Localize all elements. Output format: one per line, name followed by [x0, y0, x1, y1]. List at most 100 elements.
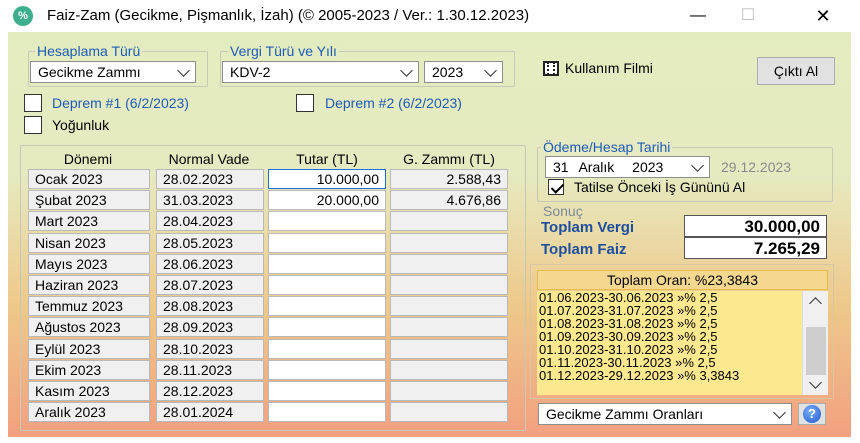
window-title: Faiz-Zam (Gecikme, Pişmanlık, İzah) (© 2… — [47, 7, 530, 24]
close-button[interactable]: ✕ — [800, 0, 846, 32]
calc-type-legend: Hesaplama Türü — [35, 43, 143, 59]
penalty-cell — [390, 232, 508, 253]
total-tax-label: Toplam Vergi — [541, 219, 635, 236]
film-icon — [543, 61, 559, 76]
due-date-cell: 28.06.2023 — [156, 253, 264, 274]
due-date-cell: 28.07.2023 — [156, 275, 264, 295]
penalty-cell — [390, 338, 508, 359]
penalty-cell — [390, 402, 508, 423]
rate-line: 01.12.2023-29.12.2023 »% 3,3843 — [539, 368, 740, 383]
scroll-up-icon[interactable] — [809, 297, 822, 310]
chevron-down-icon — [773, 406, 786, 419]
computed-date: 29.12.2023 — [721, 159, 792, 175]
penalty-cell — [390, 296, 508, 317]
amount-input[interactable]: 20.000,00 — [268, 190, 386, 211]
calc-type-value: Gecikme Zammı — [38, 64, 141, 80]
period-cell: Ocak 2023 — [28, 169, 150, 189]
chevron-down-icon — [400, 64, 413, 77]
payment-day: 31 — [553, 159, 569, 175]
payment-year: 2023 — [632, 159, 664, 175]
amount-input[interactable] — [268, 211, 386, 232]
amount-input[interactable] — [268, 402, 386, 423]
scroll-down-icon[interactable] — [809, 376, 822, 389]
penalty-cell: 2.588,43 — [390, 169, 508, 189]
col-header-due: Normal Vade — [168, 151, 250, 167]
print-button[interactable]: Çıktı Al — [757, 57, 835, 85]
col-header-amount: Tutar (TL) — [296, 151, 358, 167]
period-cell: Haziran 2023 — [28, 275, 150, 295]
penalty-cell — [390, 253, 508, 274]
amount-input[interactable] — [268, 275, 386, 295]
period-cell: Nisan 2023 — [28, 232, 150, 253]
tax-legend: Vergi Türü ve Yılı — [228, 43, 339, 59]
result-legend: Sonuç — [543, 203, 583, 219]
penalty-cell — [390, 275, 508, 295]
period-cell: Mart 2023 — [28, 211, 150, 232]
total-interest-label: Toplam Faiz — [541, 241, 627, 258]
col-header-penalty: G. Zammı (TL) — [403, 151, 495, 167]
client-area: Hesaplama Türü Gecikme Zammı Vergi Türü … — [8, 32, 851, 437]
holiday-checkbox[interactable] — [548, 179, 564, 195]
due-date-cell: 28.01.2024 — [156, 402, 264, 423]
calc-type-select[interactable]: Gecikme Zammı — [30, 61, 196, 83]
rates-scrollbar[interactable] — [802, 291, 828, 395]
tax-type-select[interactable]: KDV-2 — [222, 61, 419, 83]
amount-input[interactable] — [268, 338, 386, 359]
due-date-cell: 28.12.2023 — [156, 381, 264, 401]
penalty-cell: 4.676,86 — [390, 190, 508, 211]
tax-type-value: KDV-2 — [230, 64, 271, 80]
chevron-down-icon — [691, 159, 704, 172]
amount-input[interactable]: 10.000,00 — [268, 169, 386, 189]
payment-date-picker[interactable]: 31 Aralık 2023 — [545, 156, 710, 178]
due-date-cell: 28.05.2023 — [156, 232, 264, 253]
period-cell: Ağustos 2023 — [28, 317, 150, 338]
film-label: Kullanım Filmi — [565, 60, 653, 76]
due-date-cell: 28.11.2023 — [156, 359, 264, 380]
due-date-cell: 28.04.2023 — [156, 211, 264, 232]
due-date-cell: 28.10.2023 — [156, 338, 264, 359]
chevron-down-icon — [177, 64, 190, 77]
app-icon: % — [13, 6, 33, 26]
help-button[interactable]: ? — [798, 403, 826, 425]
deprem2-checkbox[interactable] — [296, 94, 314, 112]
amount-input[interactable] — [268, 253, 386, 274]
deprem1-label: Deprem #1 (6/2/2023) — [52, 95, 189, 111]
amount-input[interactable] — [268, 381, 386, 401]
tax-year-value: 2023 — [432, 64, 464, 80]
total-interest-value: 7.265,29 — [684, 237, 827, 259]
col-header-period: Dönemi — [63, 151, 113, 167]
minimize-button[interactable]: — — [675, 0, 721, 32]
maximize-button[interactable]: ☐ — [725, 0, 771, 32]
payment-month: Aralık — [578, 159, 615, 175]
deprem2-label: Deprem #2 (6/2/2023) — [325, 95, 462, 111]
total-rate-title: Toplam Oran: %23,3843 — [537, 270, 828, 290]
rates-list[interactable]: 01.06.2023-30.06.2023 »% 2,5 01.07.2023-… — [537, 291, 828, 395]
penalty-cell — [390, 359, 508, 380]
penalty-cell — [390, 211, 508, 232]
rate-table-value: Gecikme Zammı Oranları — [546, 406, 704, 422]
period-cell: Şubat 2023 — [28, 190, 150, 211]
period-cell: Eylül 2023 — [28, 338, 150, 359]
chevron-down-icon — [484, 64, 497, 77]
help-icon: ? — [803, 405, 821, 423]
due-date-cell: 28.02.2023 — [156, 169, 264, 189]
period-cell: Ekim 2023 — [28, 359, 150, 380]
tax-year-select[interactable]: 2023 — [424, 61, 503, 83]
yogunluk-checkbox[interactable] — [24, 116, 42, 134]
yogunluk-label: Yoğunluk — [52, 117, 110, 133]
due-date-cell: 28.09.2023 — [156, 317, 264, 338]
title-bar: % Faiz-Zam (Gecikme, Pişmanlık, İzah) (©… — [0, 0, 860, 32]
scroll-thumb[interactable] — [806, 327, 826, 375]
period-cell: Temmuz 2023 — [28, 296, 150, 317]
period-cell: Kasım 2023 — [28, 381, 150, 401]
deprem1-checkbox[interactable] — [24, 94, 42, 112]
tutorial-film-link[interactable]: Kullanım Filmi — [543, 60, 653, 80]
amount-input[interactable] — [268, 317, 386, 338]
due-date-cell: 28.08.2023 — [156, 296, 264, 317]
amount-input[interactable] — [268, 359, 386, 380]
amount-input[interactable] — [268, 232, 386, 253]
rate-table-select[interactable]: Gecikme Zammı Oranları — [538, 403, 792, 425]
amount-input[interactable] — [268, 296, 386, 317]
period-cell: Aralık 2023 — [28, 402, 150, 423]
period-cell: Mayıs 2023 — [28, 253, 150, 274]
